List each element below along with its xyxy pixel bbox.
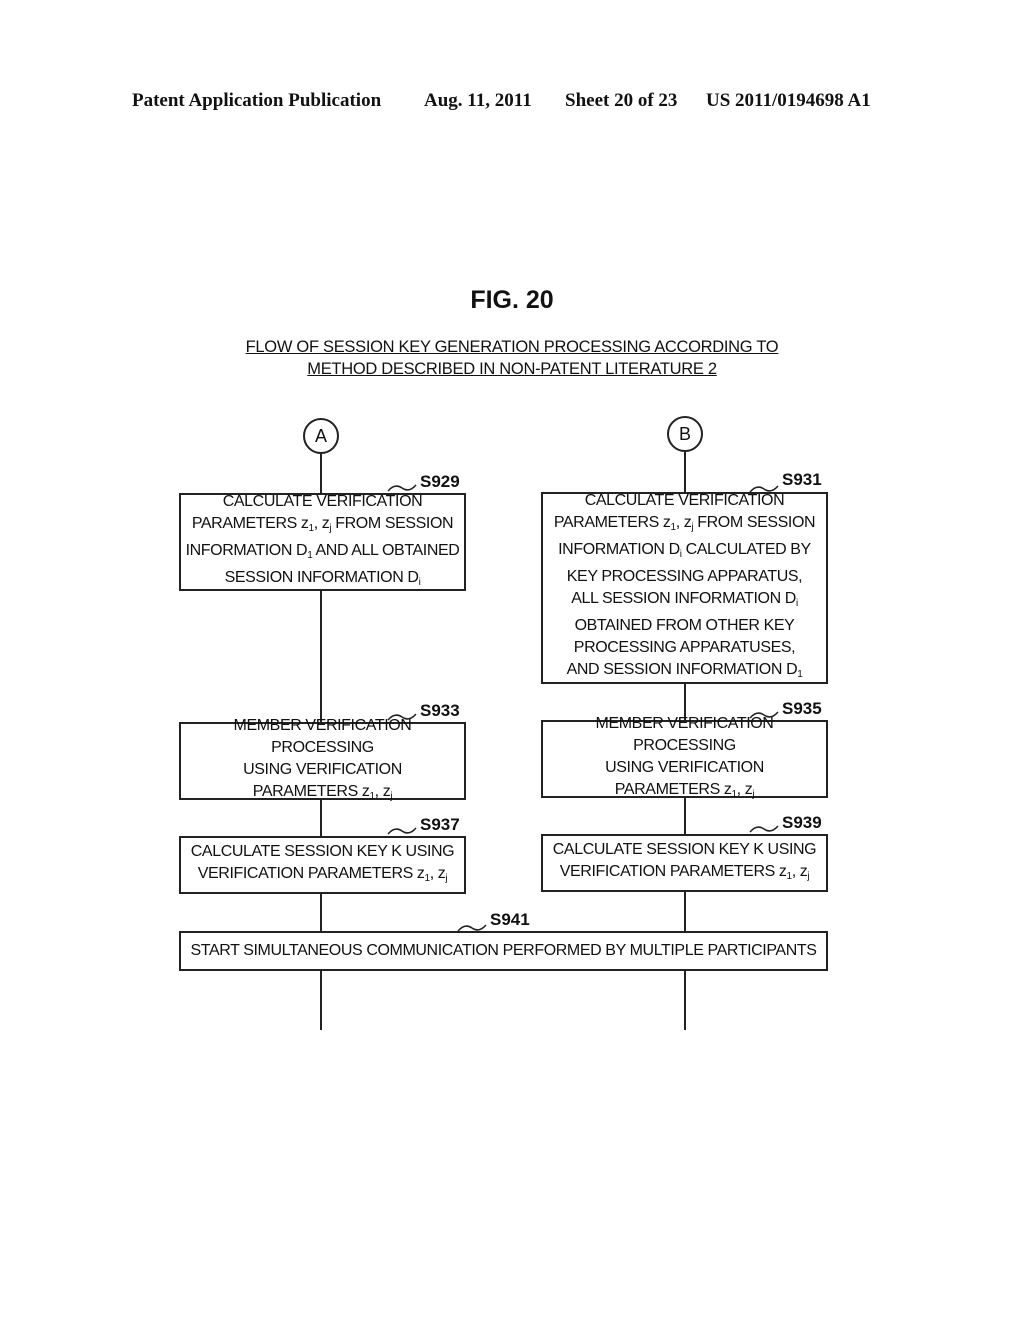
step-text-s937: CALCULATE SESSION KEY K USING VERIFICATIO…: [190, 841, 455, 890]
step-text-s929: CALCULATE VERIFICATION PARAMETERS z1, zj …: [186, 491, 460, 594]
step-box-s937: CALCULATE SESSION KEY K USING VERIFICATIO…: [179, 836, 466, 894]
step-text-line: AND SESSION INFORMATION D1: [566, 661, 803, 680]
step-text-line: CALCULATE SESSION KEY K USING: [552, 840, 817, 858]
step-box-s933: MEMBER VERIFICATION PROCESSING USING VERI…: [179, 717, 466, 802]
step-box-s935: MEMBER VERIFICATION PROCESSING USING VERI…: [541, 715, 828, 800]
step-text-s931: CALCULATE VERIFICATION PARAMETERS z1, zj …: [553, 490, 816, 686]
step-text-line: CALCULATE SESSION KEY K USING: [190, 842, 455, 860]
step-label-s937: S937: [420, 815, 460, 834]
step-text-line: PARAMETERS z1, zj FROM SESSION: [553, 514, 816, 533]
step-text-line: PARAMETERS z1, zj: [614, 780, 755, 800]
step-label-s931: S931: [782, 470, 822, 489]
step-text-line: VERIFICATION PARAMETERS z1, zj: [559, 862, 810, 882]
leader-s939: [749, 825, 779, 833]
step-box-s939: CALCULATE SESSION KEY K USING VERIFICATIO…: [541, 834, 828, 892]
step-text-line: INFORMATION Di CALCULATED BY: [558, 541, 811, 560]
step-box-s929: CALCULATE VERIFICATION PARAMETERS z1, zj …: [179, 493, 466, 591]
step-text-s941: START SIMULTANEOUS COMMUNICATION PERFORM…: [190, 940, 816, 962]
step-text-line: PARAMETERS z1, zj: [252, 782, 393, 802]
step-text-line: MEMBER VERIFICATION PROCESSING: [233, 716, 412, 756]
step-box-s941: START SIMULTANEOUS COMMUNICATION PERFORM…: [179, 931, 828, 971]
step-text-line: CALCULATE VERIFICATION: [584, 492, 785, 509]
step-text-line: OBTAINED FROM OTHER KEY: [574, 617, 795, 634]
step-label-s939: S939: [782, 813, 822, 832]
step-text-line: PROCESSING APPARATUSES,: [573, 639, 796, 656]
step-box-s931: CALCULATE VERIFICATION PARAMETERS z1, zj …: [541, 492, 828, 684]
step-text-line: CALCULATE VERIFICATION: [222, 492, 423, 510]
step-label-s929: S929: [420, 472, 460, 491]
step-text-line: SESSION INFORMATION Di: [224, 568, 421, 588]
step-text-line: USING VERIFICATION: [605, 758, 764, 776]
step-leader-lines: [387, 484, 779, 932]
step-text-line: KEY PROCESSING APPARATUS,: [566, 568, 803, 585]
step-text-line: VERIFICATION PARAMETERS z1, zj: [197, 864, 448, 884]
step-text-s933: MEMBER VERIFICATION PROCESSING USING VERI…: [181, 715, 464, 808]
leader-s937: [387, 827, 417, 835]
step-text-line: MEMBER VERIFICATION PROCESSING: [595, 714, 774, 754]
step-label-s941: S941: [490, 910, 530, 929]
step-text-s939: CALCULATE SESSION KEY K USING VERIFICATIO…: [552, 839, 817, 888]
step-text-line: START SIMULTANEOUS COMMUNICATION PERFORM…: [190, 942, 817, 959]
step-text-s935: MEMBER VERIFICATION PROCESSING USING VERI…: [543, 713, 826, 806]
step-text-line: PARAMETERS z1, zj FROM SESSION: [191, 514, 454, 534]
step-text-line: USING VERIFICATION: [243, 760, 402, 778]
step-text-line: INFORMATION D1 AND ALL OBTAINED: [185, 541, 460, 561]
step-text-line: ALL SESSION INFORMATION Di: [571, 590, 798, 609]
